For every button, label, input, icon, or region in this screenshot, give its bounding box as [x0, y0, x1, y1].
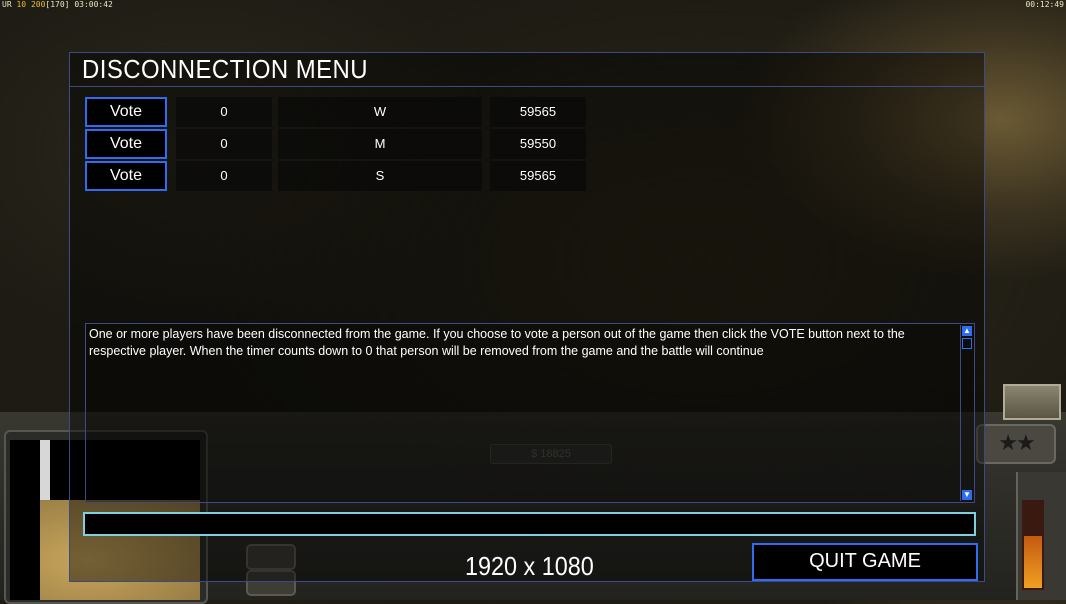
- player-name: W: [278, 97, 482, 127]
- system-clock: 00:12:49: [1025, 0, 1064, 9]
- title-divider: [70, 86, 984, 87]
- triangle-down-icon[interactable]: ▼: [962, 490, 972, 500]
- debug-frame: [170]: [45, 0, 70, 9]
- player-name: M: [278, 129, 482, 159]
- debug-limit: 200: [30, 0, 46, 9]
- message-scrollbar[interactable]: ▲ ▼: [960, 325, 973, 501]
- player-name: S: [278, 161, 482, 191]
- message-box: One or more players have been disconnect…: [85, 323, 975, 503]
- rank-stars-icon: ★★: [976, 424, 1056, 464]
- dialog-title: DISCONNECTION MENU: [82, 54, 369, 84]
- player-timer: 59550: [490, 129, 586, 159]
- quit-game-button[interactable]: QUIT GAME: [752, 543, 978, 581]
- player-timer: 59565: [490, 97, 586, 127]
- debug-time: 03:00:42: [74, 0, 113, 9]
- power-meter: [1022, 500, 1044, 590]
- message-text: One or more players have been disconnect…: [89, 327, 905, 358]
- disconnection-dialog: DISCONNECTION MENU Vote 0 W 59565 Vote 0…: [69, 52, 985, 582]
- unit-portrait[interactable]: [1003, 384, 1061, 420]
- debug-prefix: UR: [2, 0, 12, 9]
- resolution-label: 1920 x 1080: [465, 551, 594, 581]
- scroll-thumb[interactable]: [962, 338, 972, 349]
- power-meter-fill: [1024, 536, 1042, 588]
- vote-button[interactable]: Vote: [85, 161, 167, 191]
- chat-input[interactable]: [83, 512, 976, 536]
- debug-fps: 10: [16, 0, 27, 9]
- vote-button[interactable]: Vote: [85, 97, 167, 127]
- vote-count: 0: [176, 129, 272, 159]
- player-timer: 59565: [490, 161, 586, 191]
- triangle-up-icon[interactable]: ▲: [962, 326, 972, 336]
- vote-count: 0: [176, 161, 272, 191]
- vote-count: 0: [176, 97, 272, 127]
- vote-button[interactable]: Vote: [85, 129, 167, 159]
- debug-stats: UR 10 200[170] 03:00:42: [2, 0, 113, 9]
